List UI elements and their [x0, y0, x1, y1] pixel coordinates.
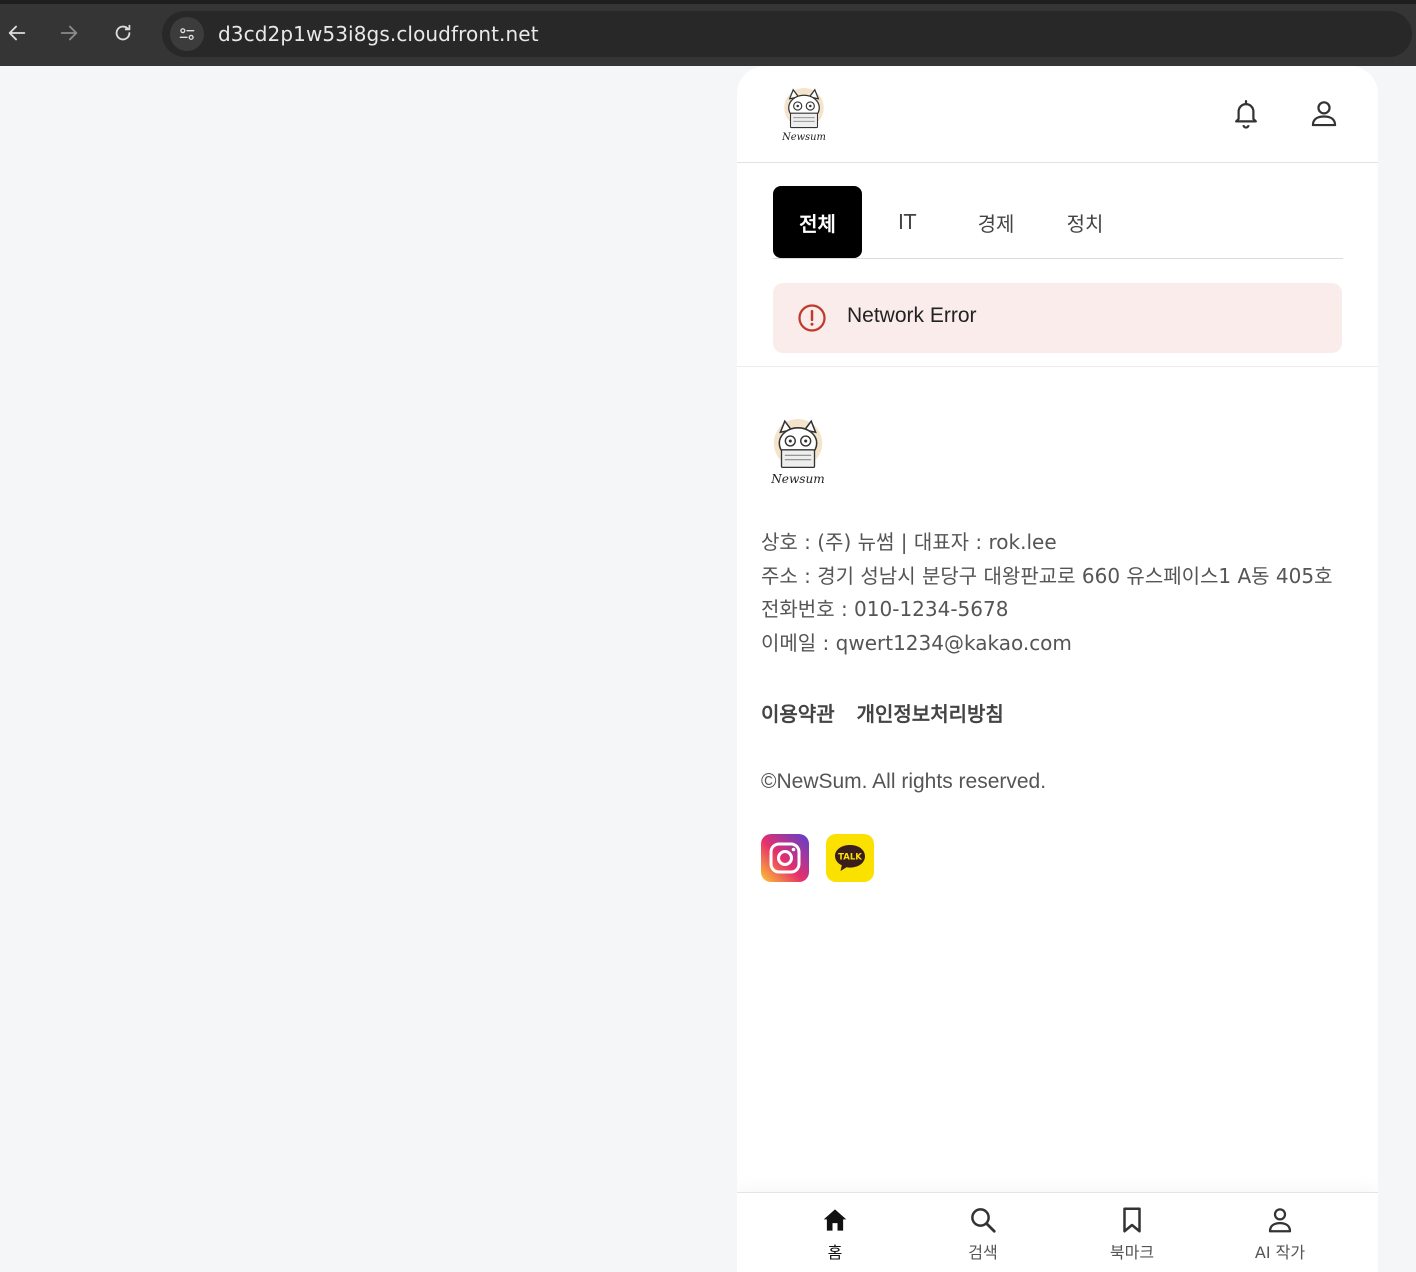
- arrow-left-icon: [8, 25, 26, 41]
- bottom-navigation: 홈 검색 북마크 AI 작가: [737, 1192, 1378, 1272]
- address-line: 주소 : 경기 성남시 분당구 대왕판교로 660 유스페이스1 A동 405호: [761, 563, 1333, 588]
- tune-icon: [179, 28, 195, 40]
- kakaotalk-icon: TALK: [826, 834, 874, 882]
- tab-it[interactable]: IT: [863, 186, 951, 258]
- error-message: Network Error: [847, 304, 977, 327]
- back-button[interactable]: [2, 18, 32, 48]
- bell-icon: [1235, 99, 1257, 129]
- kakaotalk-button[interactable]: TALK: [826, 834, 874, 882]
- email-line: 이메일 : qwert1234@kakao.com: [761, 630, 1072, 655]
- arrow-right-icon: [60, 25, 78, 41]
- app-header: Newsum: [737, 66, 1378, 163]
- tab-economy[interactable]: 경제: [952, 186, 1040, 258]
- svg-text:Newsum: Newsum: [770, 472, 825, 486]
- error-alert: Network Error: [773, 283, 1342, 353]
- divider: [737, 366, 1378, 367]
- browser-toolbar: d3cd2p1w53i8gs.cloudfront.net: [0, 0, 1416, 66]
- footer-links: 이용약관 개인정보처리방침: [761, 698, 1026, 727]
- person-icon: [1268, 1208, 1292, 1233]
- phone-line: 전화번호 : 010-1234-5678: [761, 597, 1009, 621]
- forward-button[interactable]: [54, 18, 84, 48]
- home-icon: [823, 1209, 847, 1231]
- nav-home-label: 홈: [827, 1243, 843, 1262]
- site-info-button[interactable]: [170, 17, 204, 51]
- tab-politics[interactable]: 정치: [1041, 186, 1129, 258]
- svg-text:TALK: TALK: [838, 853, 862, 863]
- profile-button[interactable]: [1309, 98, 1339, 130]
- nav-ai-writer-label: AI 작가: [1254, 1243, 1306, 1262]
- instagram-icon: [761, 834, 809, 882]
- privacy-link[interactable]: 개인정보처리방침: [857, 702, 1004, 726]
- reload-icon: [115, 24, 131, 41]
- nav-search[interactable]: 검색: [938, 1205, 1028, 1271]
- app-panel: Newsum 전체 IT 경제 정치 Network Error Newsum …: [737, 66, 1378, 1272]
- company-info: 상호 : (주) 뉴썸 | 대표자 : rok.lee 주소 : 경기 성남시 …: [761, 526, 1361, 660]
- nav-bookmark-label: 북마크: [1109, 1243, 1155, 1262]
- notification-button[interactable]: [1231, 98, 1261, 130]
- copyright: ©NewSum. All rights reserved.: [761, 770, 1047, 793]
- nav-home[interactable]: 홈: [790, 1205, 880, 1271]
- address-bar[interactable]: d3cd2p1w53i8gs.cloudfront.net: [162, 11, 1412, 57]
- footer-logo: Newsum: [770, 419, 825, 486]
- newsum-logo[interactable]: Newsum: [777, 86, 831, 144]
- tab-all[interactable]: 전체: [773, 186, 862, 258]
- bookmark-icon: [1123, 1207, 1141, 1233]
- terms-link[interactable]: 이용약관: [761, 702, 835, 726]
- nav-bookmark[interactable]: 북마크: [1087, 1205, 1177, 1271]
- search-icon: [971, 1208, 996, 1233]
- instagram-button[interactable]: [761, 834, 809, 882]
- error-icon: [798, 304, 826, 332]
- nav-search-label: 검색: [968, 1243, 998, 1262]
- person-icon: [1311, 101, 1337, 127]
- nav-ai-writer[interactable]: AI 작가: [1235, 1205, 1325, 1271]
- reload-button[interactable]: [108, 18, 138, 48]
- company-line: 상호 : (주) 뉴썸 | 대표자 : rok.lee: [761, 530, 1057, 554]
- url-text[interactable]: d3cd2p1w53i8gs.cloudfront.net: [218, 22, 539, 46]
- svg-text:Newsum: Newsum: [781, 132, 826, 143]
- category-tabs: 전체 IT 경제 정치: [773, 186, 1343, 259]
